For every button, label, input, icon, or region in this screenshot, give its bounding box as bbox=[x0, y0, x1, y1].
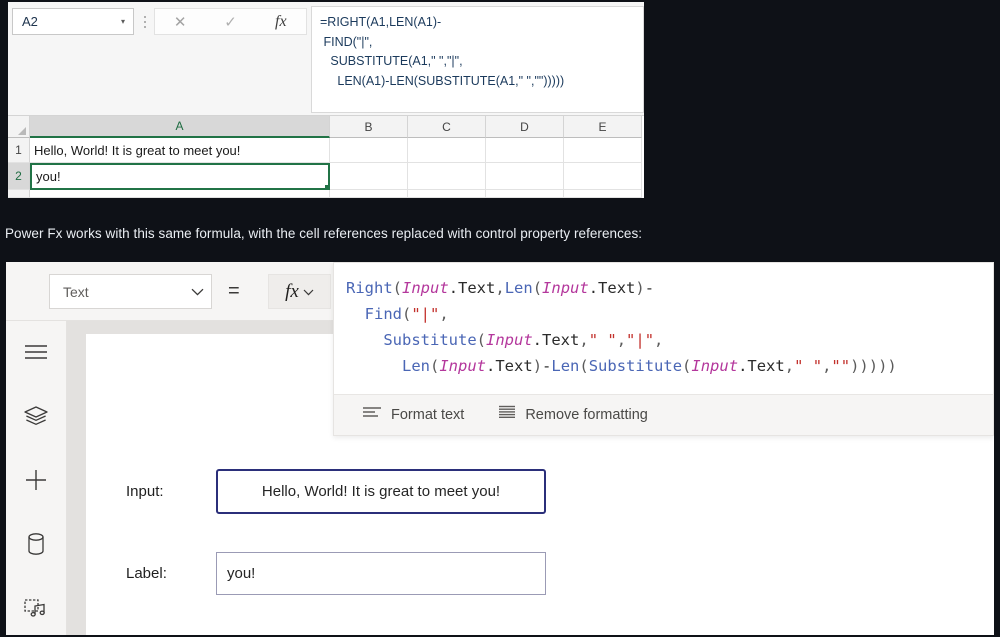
cell-a3[interactable] bbox=[30, 190, 330, 198]
input-text-control[interactable]: Hello, World! It is great to meet you! bbox=[216, 469, 546, 514]
cell-d3[interactable] bbox=[486, 190, 564, 198]
powerfx-format-toolbar: Format text bbox=[334, 394, 993, 435]
cancel-icon[interactable]: ✕ bbox=[157, 9, 203, 34]
powerfx-formula-line: Find("|", bbox=[346, 301, 983, 327]
hamburger-menu-icon[interactable] bbox=[18, 337, 54, 367]
control-row-input: Input: Hello, World! It is great to meet… bbox=[126, 469, 546, 514]
align-left-icon bbox=[362, 406, 382, 425]
table-row-partial bbox=[8, 190, 644, 198]
fx-dropdown-button[interactable]: fx bbox=[268, 274, 331, 309]
cell-e1[interactable] bbox=[564, 138, 642, 163]
lines-icon bbox=[498, 405, 516, 425]
powerapps-screenshot: Text = fx bbox=[6, 262, 994, 635]
excel-name-box[interactable]: A2 ▾ bbox=[12, 8, 134, 35]
row-header-2[interactable]: 2 bbox=[8, 163, 30, 190]
cell-c1[interactable] bbox=[408, 138, 486, 163]
table-row: 2 you! bbox=[8, 163, 644, 190]
screenshot-root: A2 ▾ ✕ ✓ fx =RIGHT(A1,LEN(A1)- FIND("|",… bbox=[0, 0, 1000, 637]
cell-e3[interactable] bbox=[564, 190, 642, 198]
excel-formula-actions: ✕ ✓ fx bbox=[154, 8, 307, 35]
layers-icon[interactable] bbox=[18, 401, 54, 431]
fx-icon: fx bbox=[285, 281, 299, 303]
database-icon[interactable] bbox=[18, 529, 54, 559]
cell-d1[interactable] bbox=[486, 138, 564, 163]
powerfx-formula-line: Substitute(Input.Text," ","|", bbox=[346, 327, 983, 353]
column-header-c[interactable]: C bbox=[408, 116, 486, 138]
powerapps-left-rail bbox=[6, 321, 67, 635]
input-label: Input: bbox=[126, 483, 216, 500]
column-header-d[interactable]: D bbox=[486, 116, 564, 138]
cell-b1[interactable] bbox=[330, 138, 408, 163]
excel-name-box-divider bbox=[139, 12, 151, 32]
cell-a1[interactable]: Hello, World! It is great to meet you! bbox=[30, 138, 330, 163]
label-control[interactable]: you! bbox=[216, 552, 546, 595]
powerfx-formula-line: Len(Input.Text)-Len(Substitute(Input.Tex… bbox=[346, 353, 983, 379]
remove-formatting-label: Remove formatting bbox=[525, 407, 648, 423]
chevron-down-icon bbox=[303, 283, 314, 301]
chevron-down-icon[interactable]: ▾ bbox=[113, 18, 133, 26]
cell-b2[interactable] bbox=[330, 163, 408, 190]
column-header-a[interactable]: A bbox=[30, 116, 330, 138]
cell-c2[interactable] bbox=[408, 163, 486, 190]
excel-grid: A B C D E 1 Hello, World! It is great to… bbox=[8, 116, 644, 198]
excel-column-headers: A B C D E bbox=[8, 116, 644, 138]
select-all-corner[interactable] bbox=[8, 116, 30, 138]
caption-text: Power Fx works with this same formula, w… bbox=[5, 226, 642, 241]
cell-e2[interactable] bbox=[564, 163, 642, 190]
cell-b3[interactable] bbox=[330, 190, 408, 198]
cell-a2[interactable]: you! bbox=[30, 163, 330, 190]
control-row-label: Label: you! bbox=[126, 552, 546, 595]
format-text-button[interactable]: Format text bbox=[362, 406, 464, 425]
powerfx-formula-editor[interactable]: Right(Input.Text,Len(Input.Text)- Find("… bbox=[334, 263, 993, 387]
property-dropdown-value: Text bbox=[50, 284, 183, 300]
confirm-icon[interactable]: ✓ bbox=[207, 9, 253, 34]
equals-sign: = bbox=[228, 280, 240, 302]
powerfx-formula-panel: Right(Input.Text,Len(Input.Text)- Find("… bbox=[333, 262, 994, 436]
chevron-down-icon bbox=[183, 288, 211, 296]
powerfx-formula-line: Right(Input.Text,Len(Input.Text)- bbox=[346, 275, 983, 301]
property-dropdown[interactable]: Text bbox=[49, 274, 212, 309]
format-text-label: Format text bbox=[391, 407, 464, 423]
cell-c3[interactable] bbox=[408, 190, 486, 198]
label-label: Label: bbox=[126, 565, 216, 582]
media-icon[interactable] bbox=[18, 593, 54, 623]
cell-d2[interactable] bbox=[486, 163, 564, 190]
column-header-b[interactable]: B bbox=[330, 116, 408, 138]
table-row: 1 Hello, World! It is great to meet you! bbox=[8, 138, 644, 163]
column-header-e[interactable]: E bbox=[564, 116, 642, 138]
insert-function-icon[interactable]: fx bbox=[258, 9, 304, 34]
excel-screenshot: A2 ▾ ✕ ✓ fx =RIGHT(A1,LEN(A1)- FIND("|",… bbox=[8, 2, 644, 198]
plus-icon[interactable] bbox=[18, 465, 54, 495]
remove-formatting-button[interactable]: Remove formatting bbox=[498, 405, 648, 425]
row-header-3[interactable] bbox=[8, 190, 30, 198]
excel-formula-bar[interactable]: =RIGHT(A1,LEN(A1)- FIND("|", SUBSTITUTE(… bbox=[311, 6, 644, 113]
excel-name-box-value: A2 bbox=[13, 14, 113, 29]
excel-formula-toolbar: A2 ▾ ✕ ✓ fx =RIGHT(A1,LEN(A1)- FIND("|",… bbox=[8, 2, 644, 116]
row-header-1[interactable]: 1 bbox=[8, 138, 30, 163]
